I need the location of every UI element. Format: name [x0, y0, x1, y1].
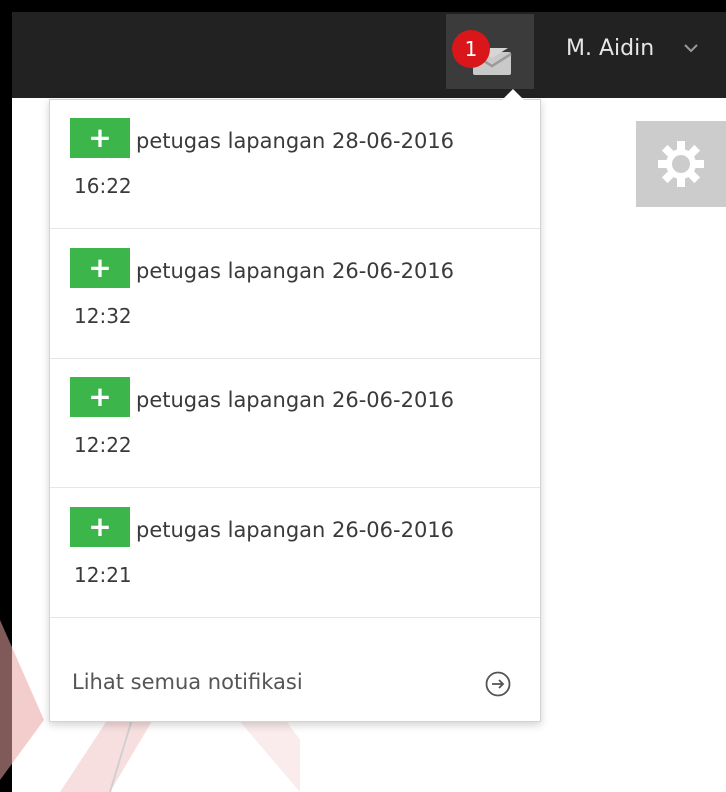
- notification-item[interactable]: + petugas lapangan 26-06-2016 12:32: [50, 230, 540, 359]
- arrow-circle-right-icon: [485, 671, 511, 697]
- gear-icon: [658, 141, 704, 187]
- notification-title: petugas lapangan 26-06-2016: [136, 518, 455, 542]
- notification-time: 12:22: [74, 433, 132, 457]
- see-all-label: Lihat semua notifikasi: [72, 670, 303, 694]
- notification-time: 16:22: [74, 174, 132, 198]
- plus-icon: +: [70, 248, 130, 288]
- notification-time: 12:32: [74, 304, 132, 328]
- plus-icon: +: [70, 377, 130, 417]
- window-frame-top: [0, 0, 726, 12]
- plus-icon: +: [70, 507, 130, 547]
- user-menu-name[interactable]: M. Aidin: [566, 34, 654, 64]
- chevron-down-icon[interactable]: [683, 42, 699, 54]
- notification-item[interactable]: + petugas lapangan 26-06-2016 12:22: [50, 359, 540, 488]
- notification-title: petugas lapangan 26-06-2016: [136, 259, 455, 283]
- settings-tile[interactable]: [636, 121, 726, 207]
- notification-title: petugas lapangan 28-06-2016: [136, 129, 455, 153]
- notification-title: petugas lapangan 26-06-2016: [136, 388, 455, 412]
- dropdown-caret: [502, 89, 524, 100]
- plus-icon: +: [70, 118, 130, 158]
- notification-item[interactable]: + petugas lapangan 26-06-2016 12:21: [50, 489, 540, 618]
- notifications-dropdown: + petugas lapangan 28-06-2016 16:22 + pe…: [49, 99, 541, 722]
- notification-item[interactable]: + petugas lapangan 28-06-2016 16:22: [50, 100, 540, 229]
- see-all-notifications-link[interactable]: Lihat semua notifikasi: [50, 619, 540, 721]
- page: 1 M. Aidin + petugas lapangan 28-06-2016…: [0, 0, 726, 792]
- notification-time: 12:21: [74, 563, 132, 587]
- notification-count-badge: 1: [452, 30, 490, 68]
